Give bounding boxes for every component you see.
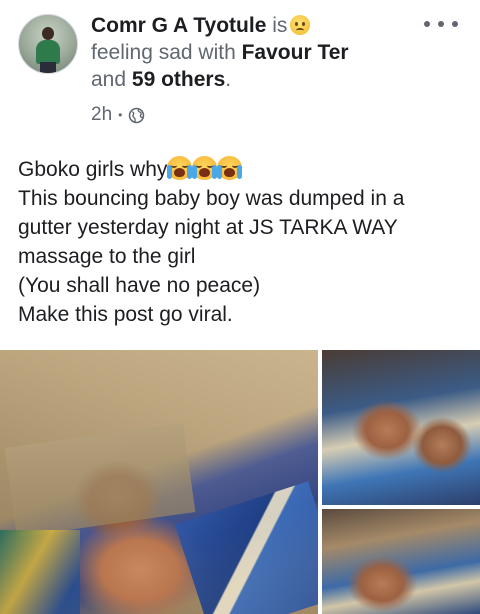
- post-time-link[interactable]: 2h: [91, 104, 112, 126]
- avatar-figure-legs: [40, 62, 56, 73]
- tagged-user-link[interactable]: Favour Ter: [242, 41, 349, 64]
- photo-cloth-region: [174, 481, 318, 614]
- loudly-crying-face-emoji-icon: [167, 156, 193, 180]
- and-word: and: [91, 68, 127, 91]
- photo-cardboard-region: [4, 422, 196, 538]
- more-dot-icon: [452, 21, 458, 27]
- post-line-4: massage to the girl: [18, 245, 196, 268]
- photo-cloth-region: [0, 530, 80, 614]
- header-period: .: [225, 68, 232, 91]
- author-avatar[interactable]: [18, 14, 78, 74]
- post-line-1-text: Gboko girls why: [18, 158, 168, 181]
- is-word: is: [272, 14, 288, 37]
- globe-icon: [129, 107, 145, 123]
- post-line-2: This bouncing baby boy was dumped in a: [18, 187, 405, 210]
- post-line-3: gutter yesterday night at JS TARKA WAY: [18, 216, 398, 239]
- post-photo-thumbnail-1[interactable]: [322, 350, 480, 505]
- meta-separator: •: [118, 108, 123, 122]
- others-link[interactable]: 59 others: [132, 68, 225, 91]
- post-meta: 2h •: [91, 104, 145, 126]
- post-photo-main[interactable]: [0, 350, 318, 614]
- more-options-button[interactable]: [424, 16, 458, 32]
- sad-face-emoji-icon: [290, 15, 311, 35]
- loudly-crying-face-emoji-icon: [192, 156, 218, 180]
- post-line-6: Make this post go viral.: [18, 303, 233, 326]
- post-body: Gboko girls why This bouncing baby boy w…: [18, 155, 468, 329]
- more-dot-icon: [424, 21, 430, 27]
- post-author-line: Comr G A Tyotule is feeling sad with Fav…: [91, 12, 421, 93]
- avatar-figure-head: [42, 27, 54, 40]
- post-photo-thumbnail-2[interactable]: [322, 509, 480, 614]
- feeling-text: feeling sad with: [91, 41, 236, 64]
- avatar-figure-body: [36, 40, 60, 64]
- post-line-5: (You shall have no peace): [18, 274, 261, 297]
- more-dot-icon: [438, 21, 444, 27]
- loudly-crying-face-emoji-icon: [217, 156, 243, 180]
- post-line-1: Gboko girls why: [18, 155, 468, 184]
- author-name-link[interactable]: Comr G A Tyotule: [91, 14, 266, 37]
- post-header: Comr G A Tyotule is feeling sad with Fav…: [0, 0, 480, 140]
